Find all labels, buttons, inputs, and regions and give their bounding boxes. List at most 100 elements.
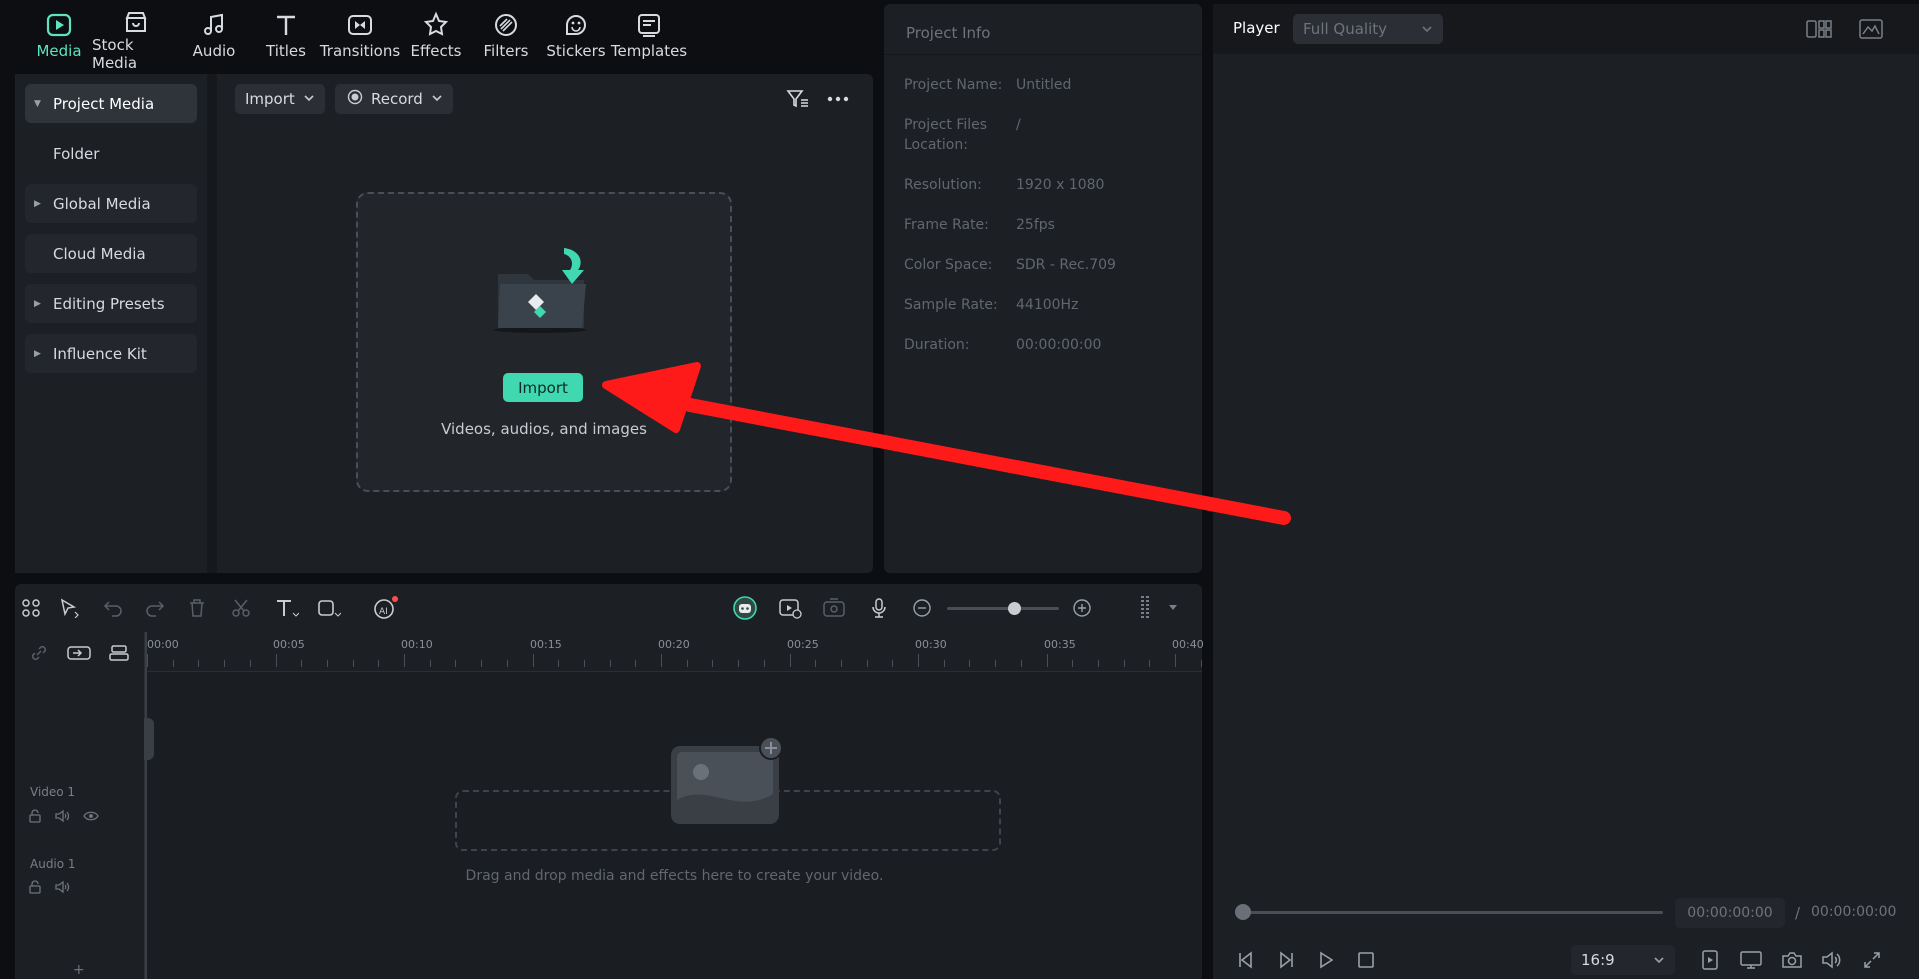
previous-frame-icon[interactable] [1233, 946, 1259, 974]
sidebar-item-cloud-media[interactable]: Cloud Media [25, 234, 197, 273]
aspect-ratio-value: 16:9 [1581, 951, 1615, 969]
sidebar-item-label: Influence Kit [53, 344, 147, 363]
mute-speaker-icon[interactable] [53, 878, 73, 896]
sidebar-item-global-media[interactable]: ▶ Global Media [25, 184, 197, 223]
ruler-tick [506, 660, 508, 667]
tab-media[interactable]: Media [15, 8, 103, 68]
ruler-tick [455, 660, 457, 667]
replace-clip-icon[interactable] [821, 596, 847, 620]
zoom-out-icon[interactable] [910, 596, 934, 620]
track-label-audio-1: Audio 1 [30, 857, 76, 871]
media-dropzone[interactable]: Import Videos, audios, and images [356, 192, 732, 492]
tab-label: Filters [483, 42, 529, 60]
zoom-slider-handle[interactable] [1008, 602, 1021, 615]
select-pointer-icon[interactable] [57, 596, 83, 620]
snapshot-camera-icon[interactable] [1779, 946, 1805, 974]
record-dropdown-button[interactable]: Record [335, 84, 453, 114]
chevron-down-icon [303, 90, 315, 108]
delete-trash-icon[interactable] [185, 596, 209, 620]
eye-visibility-icon[interactable] [81, 807, 101, 825]
display-monitor-icon[interactable] [1737, 946, 1765, 974]
tab-transitions[interactable]: Transitions [316, 8, 404, 68]
media-icon [45, 8, 73, 42]
playback-scrubber-handle[interactable] [1235, 904, 1251, 920]
redo-icon[interactable] [143, 596, 167, 620]
lock-icon[interactable] [25, 807, 45, 825]
render-preview-icon[interactable] [1697, 946, 1723, 974]
ruler-tick [429, 660, 431, 667]
ruler-tick [969, 660, 971, 667]
ruler-label: 00:20 [658, 638, 690, 651]
quality-select[interactable]: Full Quality [1293, 14, 1443, 44]
scopes-image-icon[interactable] [1857, 17, 1885, 41]
playback-progress-bar[interactable] [1243, 911, 1663, 914]
project-info-title: Project Info [906, 24, 991, 42]
info-key: Color Space: [904, 257, 993, 273]
add-track-button[interactable]: + [73, 962, 85, 978]
tab-templates[interactable]: Templates [605, 8, 693, 68]
timeline: Video 1 Audio 1 + 00:00 00:05 00:10 00:1… [15, 632, 1204, 979]
volume-icon[interactable] [1819, 946, 1845, 974]
ruler-tick [815, 660, 817, 667]
layout-modules-icon[interactable] [19, 596, 43, 620]
current-time-field[interactable]: 00:00:00:00 [1675, 898, 1785, 928]
next-frame-icon[interactable] [1273, 946, 1299, 974]
ruler-label: 00:25 [787, 638, 819, 651]
effects-icon [422, 8, 450, 42]
ruler-tick [1097, 660, 1099, 667]
import-dropdown-label: Import [245, 90, 295, 108]
record-label: Record [371, 90, 423, 108]
import-button[interactable]: Import [503, 373, 583, 402]
play-icon[interactable] [1313, 946, 1339, 974]
undo-icon[interactable] [101, 596, 125, 620]
track-manager-icon[interactable] [105, 642, 133, 664]
fullscreen-icon[interactable] [1859, 946, 1885, 974]
stop-icon[interactable] [1353, 946, 1379, 974]
info-key: Project Files Location: [904, 117, 988, 153]
sidebar-item-editing-presets[interactable]: ▶ Editing Presets [25, 284, 197, 323]
more-options-icon[interactable] [825, 86, 851, 112]
ruler-tick [866, 660, 868, 667]
chevron-down-icon [1421, 21, 1433, 39]
sidebar-item-label: Global Media [53, 194, 151, 213]
aspect-ratio-select[interactable]: 16:9 [1571, 945, 1675, 975]
sidebar-item-project-media[interactable]: ▼ Project Media [25, 84, 197, 123]
ruler-tick [1200, 660, 1202, 667]
ruler-tick [892, 660, 894, 667]
mute-speaker-icon[interactable] [53, 807, 73, 825]
crop-shape-icon[interactable] [315, 596, 343, 620]
sidebar-item-influence-kit[interactable]: ▶ Influence Kit [25, 334, 197, 373]
caret-right-icon: ▶ [34, 348, 41, 359]
sidebar-item-label: Cloud Media [53, 244, 146, 263]
divider [884, 54, 1202, 55]
playhead-handle[interactable] [144, 718, 154, 760]
text-title-icon[interactable] [273, 596, 301, 620]
timeline-ruler[interactable]: 00:00 00:05 00:10 00:15 00:20 00:25 00:3… [147, 632, 1204, 672]
ai-tools-icon[interactable]: AI [371, 594, 401, 622]
track-height-icon[interactable] [1135, 592, 1157, 624]
info-value: / [1016, 117, 1021, 133]
split-scissors-icon[interactable] [229, 596, 253, 620]
layout-grid-icon[interactable] [1805, 17, 1833, 41]
caret-down-icon[interactable] [1165, 598, 1181, 618]
microphone-icon[interactable] [867, 596, 891, 620]
ai-copilot-icon[interactable] [731, 594, 759, 622]
auto-sync-icon[interactable] [777, 596, 803, 620]
import-folder-icon [488, 244, 598, 334]
playhead[interactable] [145, 632, 147, 979]
lock-icon[interactable] [25, 878, 45, 896]
ruler-tick [738, 660, 740, 667]
add-track-link-icon[interactable] [65, 642, 93, 664]
zoom-in-icon[interactable] [1070, 596, 1094, 620]
sidebar-item-folder[interactable]: Folder [25, 134, 197, 173]
ruler-tick [583, 660, 585, 667]
ruler-tick [1020, 660, 1022, 667]
info-key: Project Name: [904, 77, 1003, 93]
link-icon[interactable] [27, 642, 51, 664]
zoom-slider-track[interactable] [947, 607, 1059, 610]
filter-sort-icon[interactable] [785, 86, 811, 112]
tab-stock-media[interactable]: Stock Media [92, 8, 180, 72]
total-time: 00:00:00:00 [1811, 904, 1897, 920]
caret-right-icon: ▶ [34, 298, 41, 309]
import-dropdown-button[interactable]: Import [235, 84, 325, 114]
